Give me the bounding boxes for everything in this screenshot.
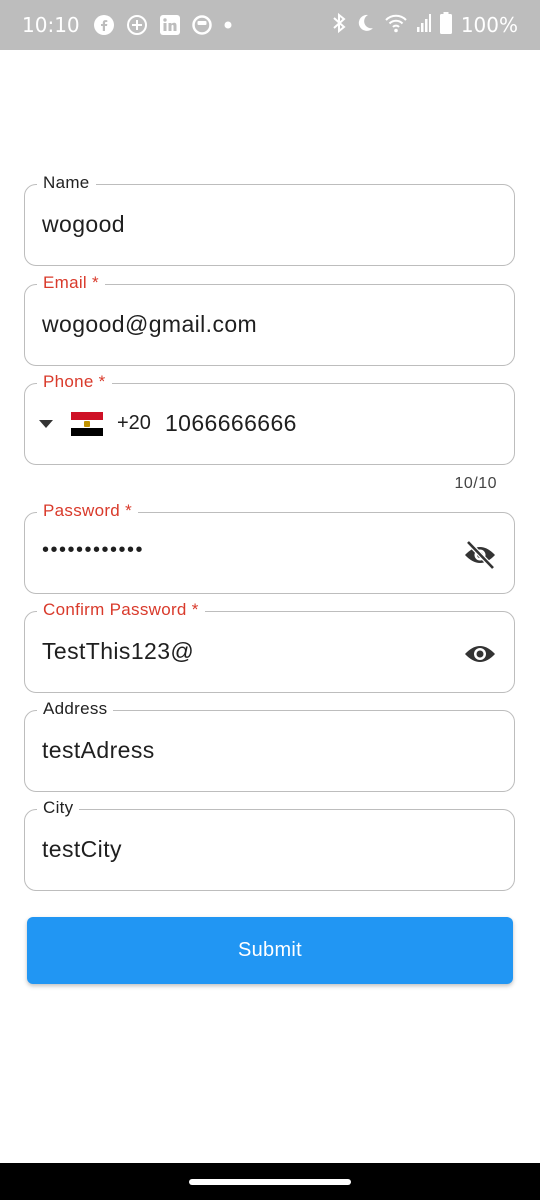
- phone-field[interactable]: Phone * +20 1066666666: [24, 372, 515, 465]
- email-field[interactable]: Email * wogood@gmail.com: [24, 273, 515, 366]
- messenger-icon: [126, 14, 148, 36]
- password-value[interactable]: ••••••••••••: [42, 539, 144, 562]
- navigation-bar: [0, 1163, 540, 1200]
- eye-off-icon[interactable]: [462, 537, 498, 573]
- submit-button[interactable]: Submit: [27, 917, 513, 984]
- phone-label: Phone *: [37, 372, 112, 392]
- facebook-icon: [93, 15, 114, 35]
- dial-code: +20: [117, 412, 151, 434]
- address-label: Address: [37, 699, 114, 719]
- wifi-icon: [384, 13, 408, 37]
- phone-row: +20 1066666666: [39, 410, 297, 437]
- status-time: 10:10: [22, 13, 80, 37]
- phone-number-value[interactable]: 1066666666: [165, 410, 297, 437]
- address-field[interactable]: Address testAdress: [24, 699, 515, 792]
- status-right-group: 100%: [332, 12, 518, 38]
- email-value[interactable]: wogood@gmail.com: [42, 311, 257, 338]
- signal-icon: [416, 14, 431, 36]
- password-field[interactable]: Password * ••••••••••••: [24, 501, 515, 594]
- country-dropdown-icon[interactable]: [39, 419, 53, 428]
- eye-icon[interactable]: [462, 636, 498, 672]
- linkedin-icon: [159, 15, 180, 35]
- password-label: Password *: [37, 501, 138, 521]
- confirm-password-field[interactable]: Confirm Password * TestThis123@: [24, 600, 515, 693]
- city-label: City: [37, 798, 80, 818]
- name-label: Name: [37, 173, 96, 193]
- dot-icon: [224, 21, 232, 29]
- home-gesture-handle[interactable]: [189, 1179, 351, 1185]
- app-icon: [191, 15, 212, 35]
- egypt-flag-icon[interactable]: [71, 411, 103, 436]
- battery-icon: [439, 12, 452, 38]
- confirm-password-label: Confirm Password *: [37, 600, 205, 620]
- confirm-password-value[interactable]: TestThis123@: [42, 638, 194, 665]
- bluetooth-icon: [332, 12, 346, 38]
- name-value[interactable]: wogood: [42, 211, 125, 238]
- name-field[interactable]: Name wogood: [24, 173, 515, 266]
- phone-char-counter: 10/10: [454, 475, 497, 492]
- city-value[interactable]: testCity: [42, 836, 122, 863]
- battery-percent: 100%: [460, 13, 518, 37]
- email-label: Email *: [37, 273, 105, 293]
- city-field[interactable]: City testCity: [24, 798, 515, 891]
- status-bar: 10:10 100%: [0, 0, 540, 50]
- moon-icon: [355, 13, 375, 37]
- address-value[interactable]: testAdress: [42, 737, 155, 764]
